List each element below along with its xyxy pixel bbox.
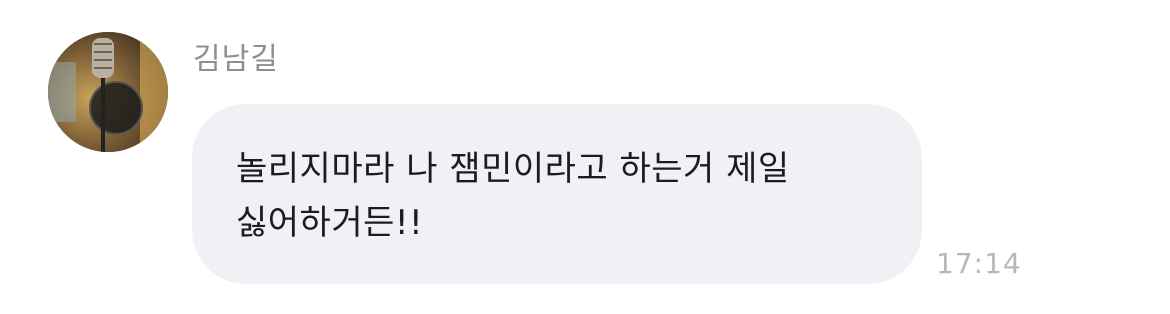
message-bubble[interactable]: 놀리지마라 나 잼민이라고 하는거 제일 싫어하거든!!: [192, 104, 922, 284]
avatar[interactable]: [48, 32, 168, 152]
message-text: 놀리지마라 나 잼민이라고 하는거 제일 싫어하거든!!: [236, 149, 790, 243]
sender-name: 김남길: [193, 42, 279, 77]
microphone-photo-icon: [48, 32, 168, 152]
message-timestamp: 17:14: [936, 247, 1022, 280]
chat-message-row: 김남길 놀리지마라 나 잼민이라고 하는거 제일 싫어하거든!! 17:14: [0, 0, 1170, 314]
